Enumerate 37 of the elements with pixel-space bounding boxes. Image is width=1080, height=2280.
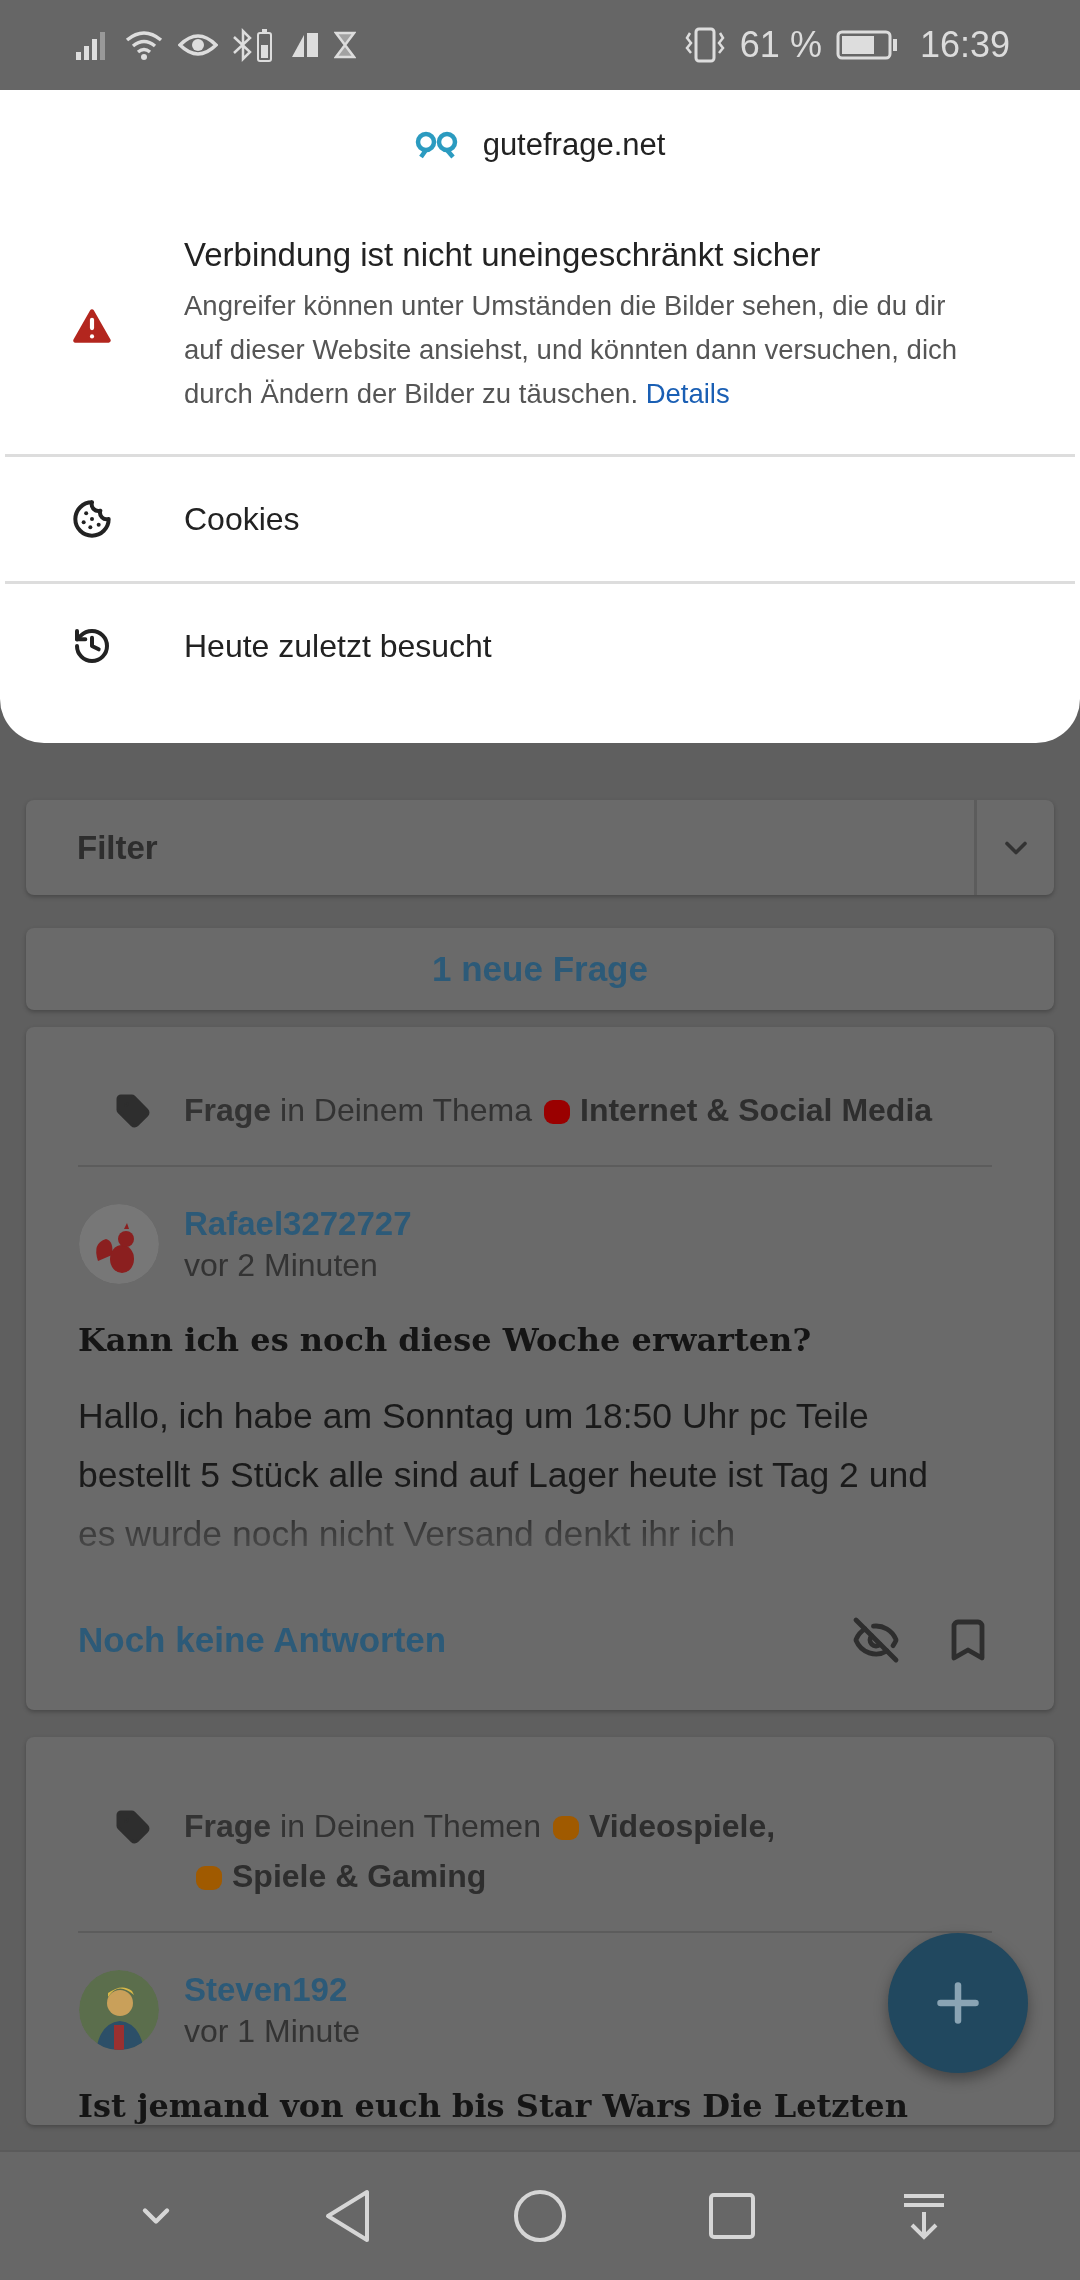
new-questions-button[interactable]: 1 neue Frage [26,928,1054,1010]
author-name[interactable]: Steven192 [184,1970,361,2009]
battery-percentage: 61 % [739,24,822,66]
battery-icon [835,30,898,60]
hourglass-icon [334,31,356,59]
wifi-icon [124,29,164,61]
site-info-item[interactable]: Cookies [0,457,1080,581]
eye-off-icon[interactable] [852,1616,900,1664]
filter-dropdown[interactable]: Filter [26,800,1054,895]
history-icon [72,626,112,666]
home-icon [513,2189,567,2243]
vibrate-icon [683,27,726,63]
topic-link[interactable]: Spiele & Gaming [232,1858,487,1894]
clock-time: 16:39 [919,24,1010,66]
sim-icon [290,31,320,59]
recents-icon [708,2192,756,2240]
author-name[interactable]: Rafael3272727 [184,1204,412,1243]
filter-label: Filter [76,827,159,868]
item-label: Heute zuletzt besucht [184,627,492,665]
topic-link[interactable]: Internet & Social Media [580,1092,933,1128]
answers-link[interactable]: Noch keine Antworten [78,1620,447,1660]
eye-icon [178,31,218,59]
item-label: Cookies [184,500,300,538]
question-title[interactable]: Ist jemand von euch bis Star Wars Die Letzten [78,2051,992,2125]
details-link[interactable]: Details [645,378,730,409]
cookie-icon [72,499,112,539]
tag-icon [115,1093,151,1129]
security-description: Angreifer können unter Umständen die Bilder sehen, die du dir auf dieser Website ansiehst, und könnten dann versuchen, dich durch Ändern der Bilder zu täuschen. Details [184,289,959,411]
security-title: Verbindung ist nicht uneingeschränkt sicher [184,236,822,274]
logo-icon [414,130,459,160]
post-time: vor 2 Minuten [184,1246,379,1284]
question-title[interactable]: Kann ich es noch diese Woche erwarten? [78,1285,992,1359]
topic-link[interactable]: Videospiele, [588,1808,776,1844]
tag-icon [115,1809,151,1845]
pull-down-icon [902,2192,946,2240]
site-info-item[interactable]: Heute zuletzt besucht [0,584,1080,708]
site-name: gutefrage.net [482,127,666,163]
